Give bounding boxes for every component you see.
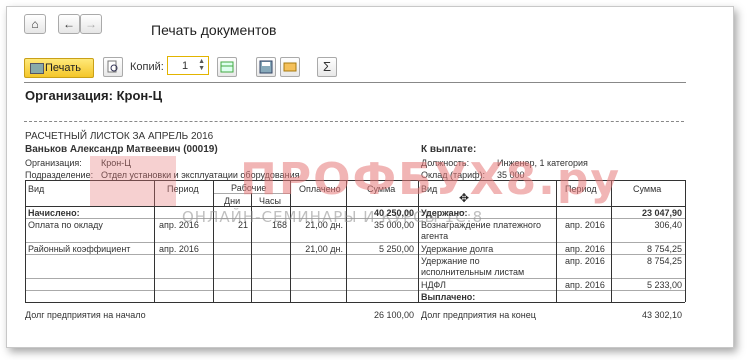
debt-end-label: Долг предприятия на конец [421,310,536,320]
floppy-icon [259,60,273,74]
right-row-sum: 8 754,25 [646,244,682,254]
home-button[interactable]: ⌂ [24,14,46,34]
debt-start-label: Долг предприятия на начало [25,310,146,320]
window-title: Печать документов [151,22,277,38]
left-row-period: апр. 2016 [159,220,199,230]
col-header-sum: Сумма [367,184,396,194]
right-row-sum: 306,40 [654,220,682,230]
col-header-paid: Оплачено [299,184,341,194]
left-row-sum: 5 250,00 [378,244,414,254]
dept-value: Отдел установки и эксплуатации оборудова… [101,170,300,180]
save-button[interactable] [256,57,276,77]
right-row-period: апр. 2016 [565,256,605,266]
row-line [25,254,685,255]
envelope-icon [283,62,297,72]
left-row-paid: 21,00 дн. [305,220,343,230]
col-line [290,180,291,302]
paid-out-label: Выплачено: [421,292,476,302]
sigma-icon: Σ [322,59,332,74]
left-row-period: апр. 2016 [159,244,199,254]
col-line [556,180,557,302]
withheld-label: Удержано: [421,208,468,218]
home-icon: ⌂ [31,17,39,31]
stepper-arrows-icon[interactable]: ▲ ▼ [198,58,205,72]
col-line [213,180,214,302]
position-label: Должность: [421,158,470,168]
row-line [25,290,685,291]
preview-button[interactable] [103,57,123,77]
org-label: Организация: [25,158,82,168]
right-row-period: апр. 2016 [565,280,605,290]
send-button[interactable] [280,57,300,77]
page-break-line [24,121,684,122]
table-bottom-line [25,302,685,303]
org-value: Крон-Ц [101,158,131,168]
print-button-label: Печать [45,62,82,74]
col-line [611,180,612,302]
left-row-hours: 168 [271,220,287,230]
right-row-sum: 5 233,00 [646,280,682,290]
right-row-period: апр. 2016 [565,220,605,230]
right-row-vid-cont: исполнительным листам [421,267,525,277]
row-line [25,278,685,279]
left-row-paid: 21,00 дн. [305,244,343,254]
col-header-vid: Вид [28,184,45,194]
right-row-sum: 8 754,25 [646,256,682,266]
back-arrow-icon: ← [63,17,75,31]
position-value: Инженер, 1 категория [497,158,588,168]
left-row-sum: 35 000,00 [373,220,414,230]
col-header-hours: Часы [259,196,281,206]
settings-button[interactable] [217,57,237,77]
col-header-vid-right: Вид [421,184,438,194]
left-row-vid: Оплата по окладу [28,220,103,230]
sum-button[interactable]: Σ [317,57,337,77]
forward-arrow-icon: → [85,17,97,31]
forward-button[interactable]: → [80,14,102,34]
accrued-label: Начислено: [28,208,80,218]
back-button[interactable]: ← [58,14,80,34]
right-row-vid: НДФЛ [421,280,446,290]
copies-input[interactable]: 1 ▲ ▼ [167,56,209,75]
col-line [418,180,419,302]
printer-icon [30,63,44,74]
print-button[interactable]: Печать [24,58,94,78]
right-row-vid: Удержание долга [421,244,494,254]
left-row-days: 21 [237,220,248,230]
copies-label: Копий: [130,61,164,73]
withheld-total: 23 047,90 [641,208,682,218]
dept-label: Подразделение: [25,170,94,180]
organization-heading: Организация: Крон-Ц [25,88,163,103]
col-line [685,180,686,302]
header-bottom-line [25,206,685,207]
right-row-vid: Удержание по [421,256,480,266]
col-header-period: Период [167,184,199,194]
magnifier-icon [107,60,118,73]
employee-name: Ваньков Александр Матвеевич (00019) [25,144,218,155]
copies-value: 1 [182,60,189,72]
salary-label: Оклад (тариф): [421,170,486,180]
right-row-vid-cont: агента [421,231,449,241]
debt-start-value: 26 100,00 [373,310,414,320]
slip-title: РАСЧЕТНЫЙ ЛИСТОК ЗА АПРЕЛЬ 2016 [25,131,214,142]
row-line [25,242,685,243]
accrued-total: 40 250,00 [373,208,414,218]
col-line [346,180,347,302]
payout-label: К выплате: [421,144,477,155]
left-row-vid: Районный коэффициент [28,244,131,254]
col-line [251,193,252,302]
col-header-sum-right: Сумма [633,184,662,194]
col-line [25,180,26,302]
col-line [154,180,155,302]
table-top-line [25,180,685,181]
col-header-days: Дни [224,196,241,206]
salary-value: 35 000 [497,170,525,180]
right-row-period: апр. 2016 [565,244,605,254]
col-header-period-right: Период [565,184,597,194]
right-row-vid: Вознаграждение платежного [421,220,542,230]
col-header-work: Рабочие [231,183,267,193]
debt-end-value: 43 302,10 [641,310,682,320]
table-settings-icon [220,61,234,73]
move-cursor-icon: ✥ [459,191,470,205]
row-line [25,218,685,219]
